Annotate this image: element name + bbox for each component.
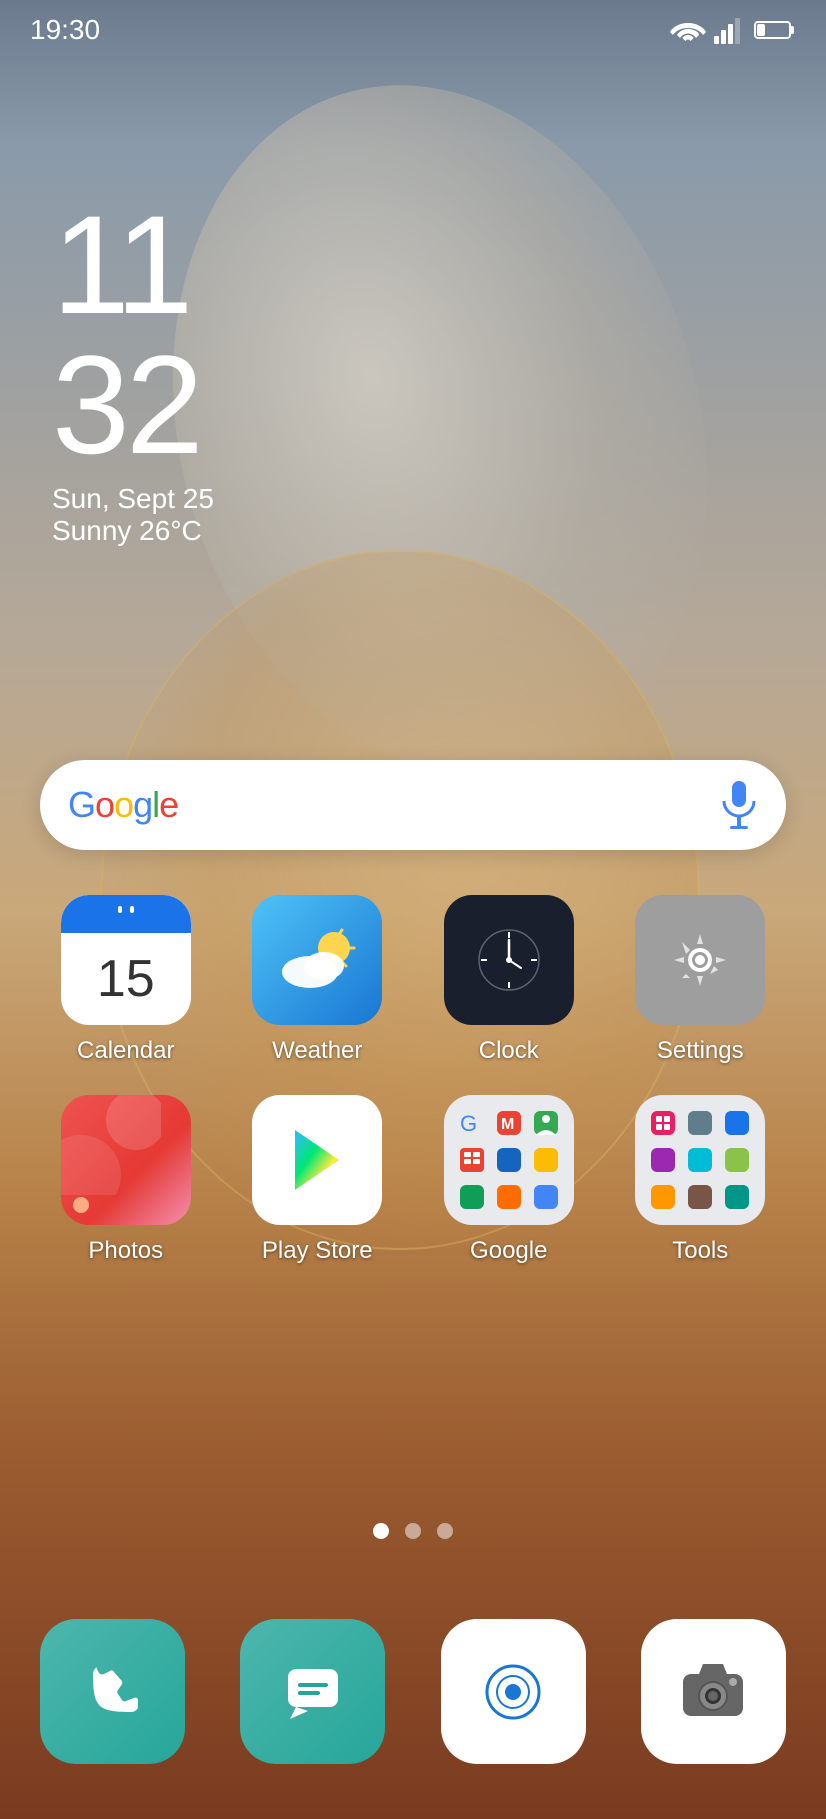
status-time: 19:30	[30, 14, 100, 46]
dock-messages[interactable]	[240, 1619, 385, 1764]
calendar-icon: 15	[61, 895, 191, 1025]
app-playstore[interactable]: Play Store	[232, 1095, 404, 1265]
svg-text:M: M	[501, 1116, 514, 1133]
page-dot-2[interactable]	[405, 1523, 421, 1539]
app-photos[interactable]: Photos	[40, 1095, 212, 1265]
page-dot-1[interactable]	[373, 1523, 389, 1539]
playstore-icon	[252, 1095, 382, 1225]
svg-text:G: G	[460, 1111, 477, 1136]
app-grid: 15 Calendar Weather	[40, 895, 786, 1265]
dock	[40, 1619, 786, 1764]
google-folder-label: Google	[470, 1237, 547, 1265]
google-logo: Google	[68, 784, 178, 826]
photos-icon	[61, 1095, 191, 1225]
calendar-label: Calendar	[77, 1037, 174, 1065]
dock-phone[interactable]	[40, 1619, 185, 1764]
search-bar[interactable]: Google	[40, 760, 786, 850]
tools-folder-icon	[635, 1095, 765, 1225]
battery-icon	[754, 19, 796, 41]
photos-label: Photos	[88, 1237, 163, 1265]
weather-label: Weather	[272, 1037, 362, 1065]
dock-focus[interactable]	[441, 1619, 586, 1764]
app-clock[interactable]: Clock	[423, 895, 595, 1065]
playstore-label: Play Store	[262, 1237, 373, 1265]
app-calendar[interactable]: 15 Calendar	[40, 895, 212, 1065]
google-folder-icon: G M	[444, 1095, 574, 1225]
mic-icon[interactable]	[720, 779, 758, 831]
signal-icon	[714, 16, 746, 44]
settings-icon	[635, 895, 765, 1025]
app-weather[interactable]: Weather	[232, 895, 404, 1065]
clock-weather-info: Sunny 26°C	[52, 515, 214, 547]
clock-widget: 11 32 Sun, Sept 25 Sunny 26°C	[52, 195, 214, 547]
tools-folder-label: Tools	[672, 1237, 728, 1265]
clock-date: Sun, Sept 25	[52, 483, 214, 515]
clock-label: Clock	[479, 1037, 539, 1065]
status-icons	[670, 16, 796, 44]
app-settings[interactable]: Settings	[615, 895, 787, 1065]
weather-icon	[252, 895, 382, 1025]
clock-app-icon	[444, 895, 574, 1025]
dock-camera[interactable]	[641, 1619, 786, 1764]
clock-hour: 11	[52, 195, 214, 335]
app-google-folder[interactable]: G M Google	[423, 1095, 595, 1265]
clock-minute: 32	[52, 335, 214, 475]
wifi-icon	[670, 17, 706, 43]
page-dots	[0, 1523, 826, 1539]
settings-label: Settings	[657, 1037, 744, 1065]
page-dot-3[interactable]	[437, 1523, 453, 1539]
app-tools-folder[interactable]: Tools	[615, 1095, 787, 1265]
status-bar: 19:30	[0, 0, 826, 60]
